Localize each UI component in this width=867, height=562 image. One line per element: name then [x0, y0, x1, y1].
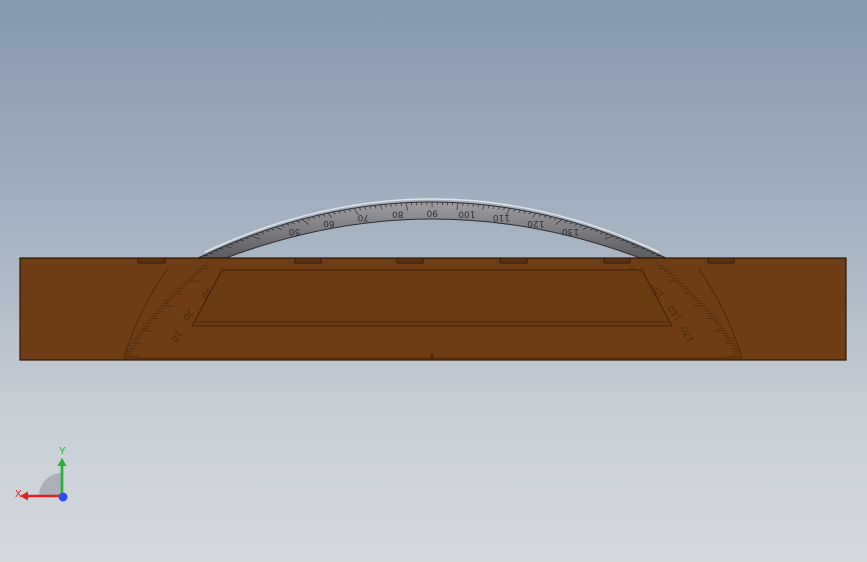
x-axis-label: X — [15, 489, 22, 500]
dial-tick — [410, 202, 413, 206]
dial-label: 80 — [392, 209, 404, 219]
dial-label: 90 — [426, 208, 438, 218]
dial-label: 130 — [562, 226, 579, 236]
cad-viewport[interactable]: 5060708090100110120130 10203040 14015016… — [0, 0, 867, 562]
dial-label: 100 — [458, 209, 475, 219]
y-axis-label: Y — [59, 446, 66, 457]
base-inner-window — [191, 269, 673, 327]
dial-label: 120 — [527, 218, 544, 228]
dial-tick — [218, 248, 224, 250]
dial-label: 110 — [493, 212, 510, 222]
dial-label: 60 — [323, 218, 335, 228]
triad-quadrant — [39, 473, 62, 496]
z-axis-dot-icon — [58, 492, 68, 502]
protractor-model[interactable]: 5060708090100110120130 10203040 14015016… — [0, 0, 867, 562]
axis-triad[interactable]: X Y — [14, 440, 74, 510]
dial-label: 50 — [289, 226, 301, 236]
dial-tick — [640, 248, 646, 250]
dial-label: 70 — [357, 212, 369, 222]
